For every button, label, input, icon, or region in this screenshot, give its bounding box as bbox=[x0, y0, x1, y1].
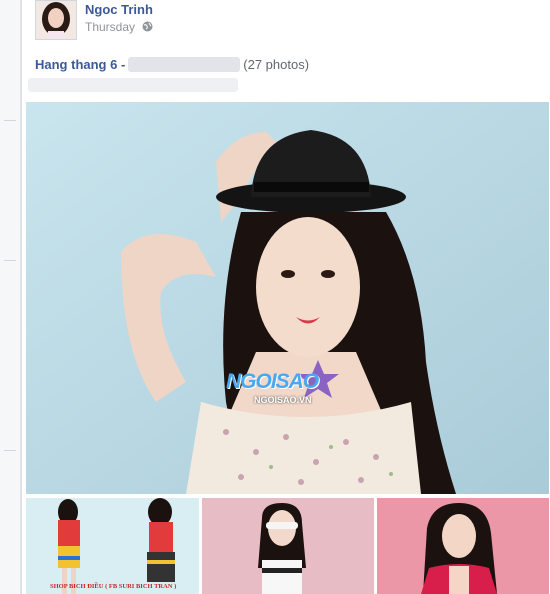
post-timestamp: Thursday bbox=[85, 20, 153, 34]
main-photo[interactable]: NGOISAO NGOISAO.VN bbox=[26, 102, 549, 494]
watermark-logo: NGOISAO bbox=[226, 370, 319, 393]
timestamp-text[interactable]: Thursday bbox=[85, 20, 135, 34]
watermark-url: NGOISAO.VN bbox=[254, 395, 312, 405]
thumbnail-caption: SHOP BICH ĐIỀU ( FB SURI BICH TRAN ) bbox=[50, 583, 177, 590]
album-heading: Hang thang 6 - (27 photos) bbox=[35, 57, 309, 72]
avatar-image bbox=[36, 1, 76, 39]
photo-thumbnail[interactable]: SHOP BICH ĐIỀU ( FB SURI BICH TRAN ) bbox=[26, 498, 199, 594]
thumbnail-image bbox=[26, 498, 199, 594]
author-name[interactable]: Ngoc Trinh bbox=[85, 2, 153, 17]
thumbnail-image bbox=[202, 498, 374, 594]
main-photo-image bbox=[26, 102, 549, 494]
album-title-link[interactable]: Hang thang 6 - bbox=[35, 57, 125, 72]
globe-icon[interactable] bbox=[142, 21, 153, 32]
blurred-description bbox=[28, 78, 238, 92]
rail-divider bbox=[4, 260, 16, 261]
photo-thumbnail[interactable] bbox=[377, 498, 549, 594]
rail-divider bbox=[4, 450, 16, 451]
blurred-text bbox=[128, 57, 241, 72]
photo-count: (27 photos) bbox=[243, 57, 310, 72]
left-rail bbox=[0, 0, 21, 594]
author-avatar[interactable] bbox=[35, 0, 77, 40]
photo-thumbnail[interactable] bbox=[202, 498, 374, 594]
rail-divider bbox=[4, 120, 16, 121]
post-card: Ngoc Trinh Thursday Hang thang 6 - (27 ph… bbox=[21, 0, 550, 594]
thumbnail-image bbox=[377, 498, 549, 594]
